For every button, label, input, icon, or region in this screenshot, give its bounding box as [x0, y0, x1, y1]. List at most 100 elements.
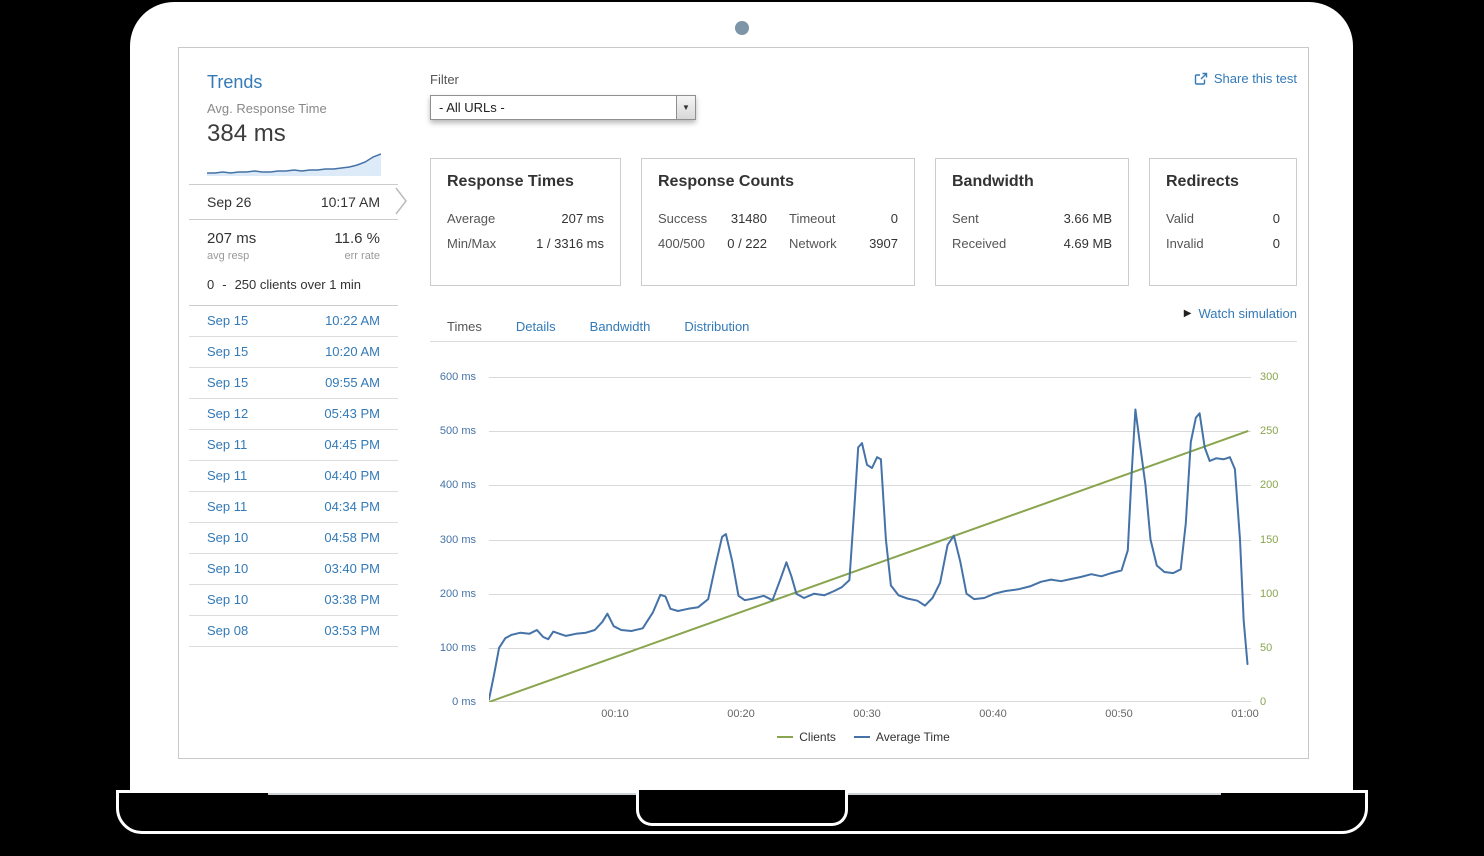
legend-swatch	[777, 736, 793, 738]
tab-details[interactable]: Details	[499, 312, 573, 341]
play-icon: ▶	[1184, 308, 1192, 319]
err-rate-caption: err rate	[345, 250, 380, 262]
y-left-tick-label: 600 ms	[430, 370, 476, 384]
trend-item-date[interactable]: Sep 15	[207, 368, 248, 398]
y-left-tick-label: 200 ms	[430, 587, 476, 601]
filter-label: Filter	[430, 72, 459, 87]
share-label: Share this test	[1214, 71, 1297, 86]
legend-item-clients[interactable]: Clients	[777, 730, 836, 744]
x-tick-label: 00:20	[711, 708, 771, 720]
trend-item-date[interactable]: Sep 15	[207, 306, 248, 336]
selected-row-chevron-icon	[395, 186, 408, 216]
trend-item-date[interactable]: Sep 11	[207, 461, 247, 491]
trend-list-item[interactable]: Sep 08 03:53 PM	[189, 616, 398, 647]
trend-list-item[interactable]: Sep 11 04:40 PM	[189, 461, 398, 492]
stat-value: 207 ms	[561, 211, 604, 226]
trend-item-time[interactable]: 04:45 PM	[324, 430, 380, 460]
url-filter-select[interactable]: - All URLs - ▼	[430, 95, 696, 120]
stat-row: Valid 0	[1166, 211, 1280, 226]
selected-trend-row[interactable]: Sep 26 10:17 AM	[189, 184, 398, 220]
y-left-tick-label: 500 ms	[430, 424, 476, 438]
trend-list-item[interactable]: Sep 11 04:45 PM	[189, 430, 398, 461]
trend-list-item[interactable]: Sep 12 05:43 PM	[189, 399, 398, 430]
share-icon	[1194, 72, 1208, 86]
card-body: Valid 0 Invalid 0	[1166, 211, 1280, 251]
chart-legend: Clients Average Time	[430, 730, 1297, 744]
trend-list-item[interactable]: Sep 11 04:34 PM	[189, 492, 398, 523]
trend-item-date[interactable]: Sep 11	[207, 430, 247, 460]
stat-value: 0	[1273, 236, 1280, 251]
trends-sidebar: Trends Avg. Response Time 384 ms Sep 26 …	[189, 48, 398, 647]
trend-list-item[interactable]: Sep 15 10:20 AM	[189, 337, 398, 368]
legend-item-average-time[interactable]: Average Time	[854, 730, 950, 744]
trend-item-time[interactable]: 03:38 PM	[324, 585, 380, 615]
stat-value: 0	[1273, 211, 1280, 226]
camera-dot	[735, 21, 749, 35]
trend-item-date[interactable]: Sep 15	[207, 337, 248, 367]
stat-row: Network 3907	[789, 236, 898, 251]
trend-item-time[interactable]: 04:34 PM	[324, 492, 380, 522]
stat-label: Invalid	[1166, 236, 1204, 251]
selected-trend-time: 10:17 AM	[321, 185, 380, 219]
selected-trend-stats: 207 ms 11.6 % avg resp err rate	[189, 220, 398, 268]
avg-resp-caption: avg resp	[207, 250, 249, 262]
tab-times[interactable]: Times	[430, 312, 499, 341]
stat-label: Network	[789, 236, 837, 251]
trend-item-date[interactable]: Sep 10	[207, 585, 248, 615]
trend-item-date[interactable]: Sep 10	[207, 523, 248, 553]
legend-label: Clients	[799, 730, 836, 744]
stat-card-response-counts: Response CountsSuccess31480Timeout0400/5…	[641, 158, 915, 286]
trend-item-time[interactable]: 04:58 PM	[324, 523, 380, 553]
trend-item-time[interactable]: 03:40 PM	[324, 554, 380, 584]
trend-item-time[interactable]: 09:55 AM	[325, 368, 380, 398]
dropdown-arrow-icon[interactable]: ▼	[676, 96, 695, 119]
card-title: Bandwidth	[952, 173, 1112, 191]
stat-row: Timeout 0	[789, 211, 898, 226]
stat-cards: Response TimesAverage207 msMin/Max1 / 33…	[430, 158, 1297, 286]
stat-label: Timeout	[789, 211, 835, 226]
stat-row: Received4.69 MB	[952, 236, 1112, 251]
base-notch	[636, 790, 848, 826]
trend-item-date[interactable]: Sep 11	[207, 492, 247, 522]
tab-distribution[interactable]: Distribution	[667, 312, 766, 341]
url-filter-value: - All URLs -	[431, 96, 676, 119]
trend-list-item[interactable]: Sep 10 03:40 PM	[189, 554, 398, 585]
stat-row: Success31480	[658, 211, 767, 226]
trend-item-time[interactable]: 10:22 AM	[325, 306, 380, 336]
chart-plot[interactable]	[489, 377, 1251, 702]
stat-label: Valid	[1166, 211, 1194, 226]
trend-item-time[interactable]: 10:20 AM	[325, 337, 380, 367]
trend-item-date[interactable]: Sep 12	[207, 399, 248, 429]
trend-item-date[interactable]: Sep 08	[207, 616, 248, 646]
stat-row: Min/Max1 / 3316 ms	[447, 236, 604, 251]
trend-list-item[interactable]: Sep 15 09:55 AM	[189, 368, 398, 399]
y-left-tick-label: 300 ms	[430, 533, 476, 547]
tab-bandwidth[interactable]: Bandwidth	[573, 312, 668, 341]
watch-simulation-label: Watch simulation	[1199, 306, 1298, 321]
trend-item-time[interactable]: 03:53 PM	[324, 616, 380, 646]
stat-value: 3907	[869, 236, 898, 251]
y-left-tick-label: 400 ms	[430, 478, 476, 492]
avg-response-value: 384 ms	[207, 120, 380, 148]
laptop-frame: Trends Avg. Response Time 384 ms Sep 26 …	[130, 2, 1353, 790]
stat-value: 0	[891, 211, 898, 226]
clients-desc: 250 clients over 1 min	[235, 277, 361, 292]
trend-list-item[interactable]: Sep 10 03:38 PM	[189, 585, 398, 616]
stat-row: Average 207 ms	[447, 211, 604, 226]
stat-value: 3.66 MB	[1064, 211, 1112, 226]
trend-list-item[interactable]: Sep 10 04:58 PM	[189, 523, 398, 554]
clients-summary: 0-250 clients over 1 min	[189, 268, 398, 306]
dashboard: Trends Avg. Response Time 384 ms Sep 26 …	[178, 47, 1309, 759]
trend-item-date[interactable]: Sep 10	[207, 554, 248, 584]
stat-value: 4.69 MB	[1064, 236, 1112, 251]
trend-item-time[interactable]: 05:43 PM	[324, 399, 380, 429]
trend-item-time[interactable]: 04:40 PM	[324, 461, 380, 491]
y-right-tick-label: 250	[1260, 424, 1296, 438]
trend-list-item[interactable]: Sep 15 10:22 AM	[189, 306, 398, 337]
x-tick-label: 00:10	[585, 708, 645, 720]
stat-card-bandwidth: BandwidthSent3.66 MBReceived4.69 MB	[935, 158, 1129, 286]
share-test-link[interactable]: Share this test	[1194, 71, 1297, 86]
watch-simulation-link[interactable]: ▶ Watch simulation	[1184, 306, 1297, 321]
response-chart: ClientsAverage Time 0 ms100 ms200 ms300 …	[430, 370, 1297, 750]
stat-label: Average	[447, 211, 495, 226]
